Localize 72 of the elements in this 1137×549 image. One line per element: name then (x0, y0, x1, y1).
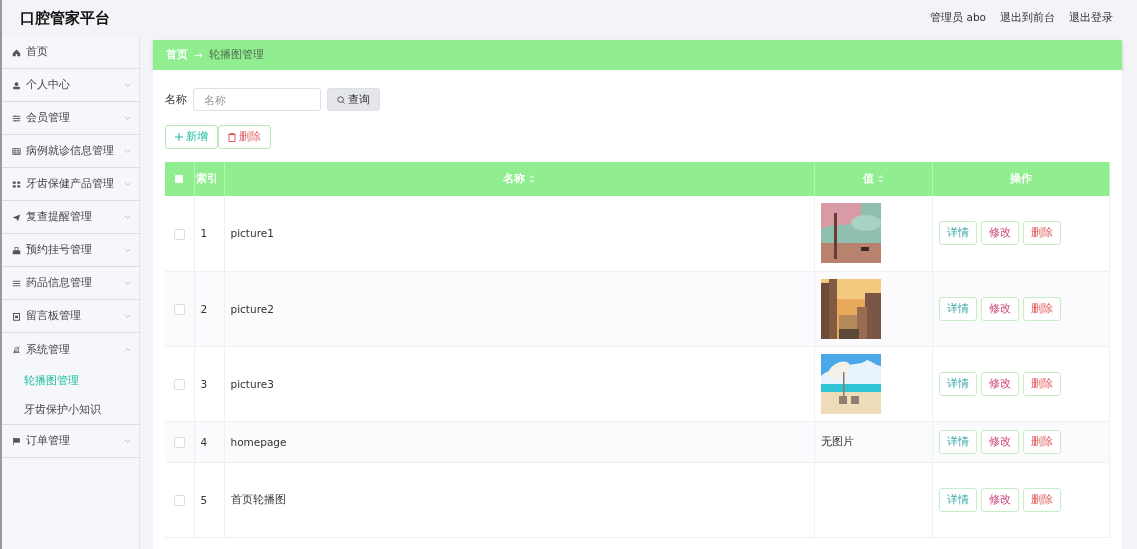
row-checkbox[interactable] (173, 303, 185, 315)
search-icon (337, 95, 345, 104)
menu-item[interactable]: 牙齿保健产品管理 (2, 168, 139, 201)
sort-icon[interactable] (878, 175, 884, 183)
menu-item[interactable]: 药品信息管理 (2, 267, 139, 300)
row-index: 5 (200, 493, 208, 506)
menu-item[interactable]: 个人中心 (2, 69, 139, 102)
delete-button[interactable]: 删除 (1023, 371, 1061, 396)
row-index: 2 (200, 302, 208, 315)
menu-item[interactable]: 复查提醒管理 (2, 201, 139, 234)
header-link[interactable]: 退出登录 (1069, 11, 1113, 25)
arrow-separator: → (194, 49, 203, 61)
add-button[interactable]: 新增 (165, 125, 218, 149)
submenu-item[interactable]: 牙齿保护小知识 (2, 395, 139, 424)
edit-button[interactable]: 修改 (981, 296, 1019, 321)
home-icon (12, 47, 21, 57)
menu-item[interactable]: 系统管理 (2, 333, 139, 366)
plus-icon (175, 133, 183, 141)
row-index: 1 (200, 227, 208, 240)
search-button[interactable]: 查询 (327, 88, 380, 111)
row-checkbox[interactable] (173, 228, 185, 240)
header-link[interactable]: 退出到前台 (1000, 11, 1055, 25)
trash-icon (228, 132, 236, 142)
menu-item[interactable]: 会员管理 (2, 102, 139, 135)
field-label: 名称 (165, 92, 187, 107)
menu-item[interactable]: 预约挂号管理 (2, 234, 139, 267)
menu-item[interactable]: 病例就诊信息管理 (2, 135, 139, 168)
row-index: 3 (200, 377, 208, 390)
name-text: picture1 (230, 227, 274, 240)
app-title: 口腔管家平台 (20, 8, 110, 28)
user-label: 管理员 abo (930, 11, 986, 25)
row-checkbox[interactable] (173, 436, 185, 448)
sort-icon[interactable] (529, 175, 536, 183)
name-text: picture3 (230, 377, 274, 390)
delete-button[interactable]: 删除 (1023, 296, 1061, 321)
delete-button[interactable]: 删除 (1023, 487, 1061, 512)
delete-button[interactable]: 删除 (1023, 221, 1061, 246)
delete-button[interactable]: 删除 (218, 125, 271, 149)
name-text: picture2 (230, 302, 274, 315)
detail-button[interactable]: 详情 (939, 487, 977, 512)
column-header: 索引 (195, 172, 218, 184)
grid-icon (12, 146, 21, 156)
name-input-field[interactable]: 名称 (193, 88, 321, 111)
clipboard-icon (12, 311, 21, 321)
flag-icon (12, 436, 21, 446)
menu-item[interactable]: 留言板管理 (2, 300, 139, 333)
row-checkbox[interactable] (173, 378, 185, 390)
menu-item[interactable]: 首页 (2, 36, 139, 69)
sliders-icon (12, 113, 21, 123)
edit-button[interactable]: 修改 (981, 487, 1019, 512)
edit-button[interactable]: 修改 (981, 371, 1019, 396)
detail-button[interactable]: 详情 (939, 221, 977, 246)
breadcrumb-item[interactable]: 轮播图管理 (208, 48, 264, 62)
detail-button[interactable]: 详情 (939, 429, 977, 454)
paper-plane-icon (12, 212, 21, 222)
four-squares-icon (12, 179, 21, 189)
detail-button[interactable]: 详情 (939, 296, 977, 321)
row-index: 4 (200, 435, 208, 448)
name-text: homepage (230, 435, 287, 448)
briefcase-icon (12, 245, 21, 255)
column-header: 操作 (1010, 172, 1032, 184)
list-icon (12, 278, 21, 288)
delete-button[interactable]: 删除 (1023, 429, 1061, 454)
row-checkbox[interactable] (173, 494, 185, 506)
menu-item[interactable]: 订单管理 (2, 425, 139, 458)
value-text: 无图片 (821, 434, 854, 447)
select-all-checkbox[interactable] (175, 175, 184, 183)
edit-button[interactable]: 修改 (981, 221, 1019, 246)
detail-button[interactable]: 详情 (939, 371, 977, 396)
name-text: 首页轮播图 (230, 492, 286, 505)
person-icon (12, 80, 21, 90)
edit-button[interactable]: 修改 (981, 429, 1019, 454)
